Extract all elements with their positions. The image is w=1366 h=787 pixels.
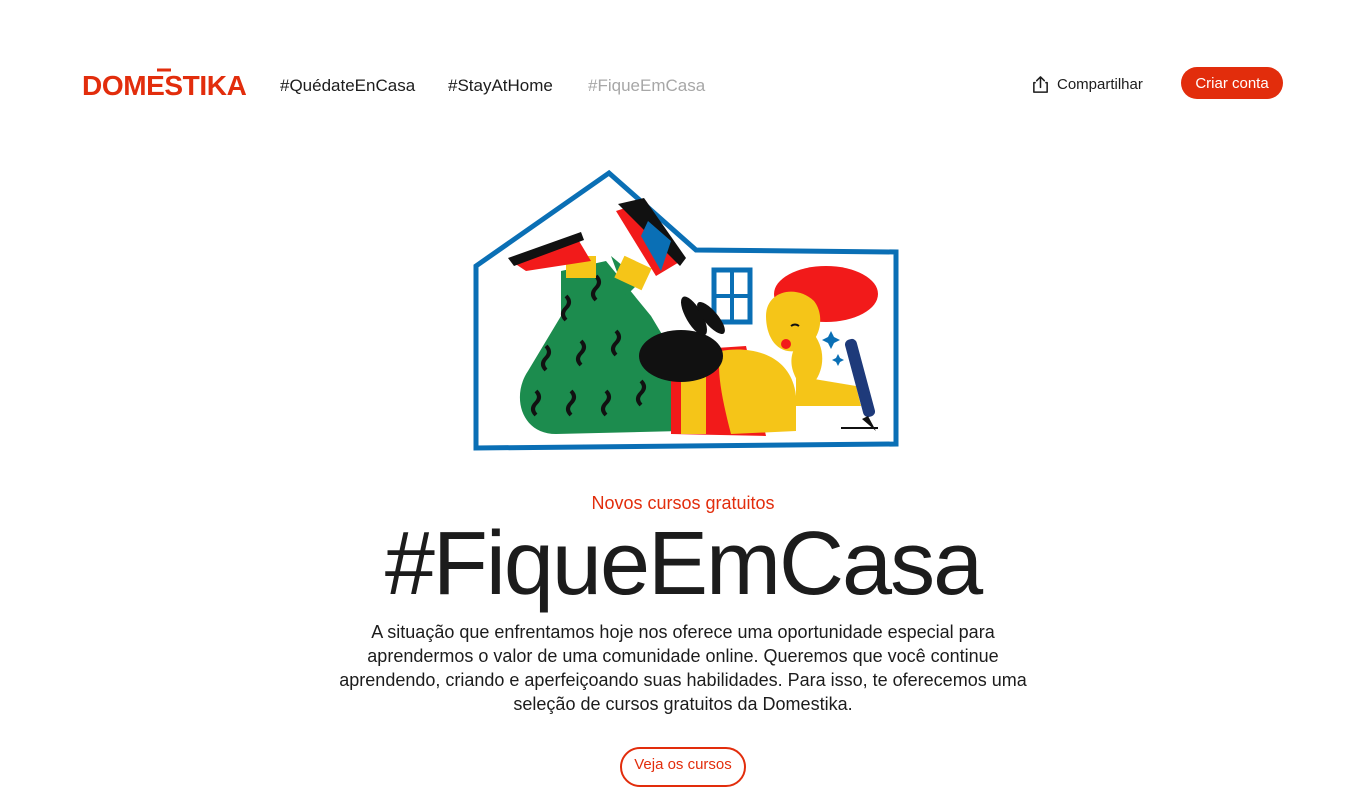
share-button[interactable]: Compartilhar xyxy=(1031,72,1143,96)
nav-link-fique-em-casa[interactable]: #FiqueEmCasa xyxy=(588,74,705,98)
svg-text:DOMESTIKA: DOMESTIKA xyxy=(82,70,247,101)
window xyxy=(711,267,753,325)
domestika-logo[interactable]: DOMESTIKA xyxy=(82,66,250,104)
hero-title: #FiqueEmCasa xyxy=(384,514,983,614)
nav-link-quedate-en-casa[interactable]: #QuédateEnCasa xyxy=(280,74,415,98)
create-account-button[interactable]: Criar conta xyxy=(1181,67,1283,99)
domestika-wordmark: DOMESTIKA xyxy=(82,68,247,101)
share-label: Compartilhar xyxy=(1057,75,1143,93)
home-illustration xyxy=(473,169,899,451)
hero-description: A situação que enfrentamos hoje nos ofer… xyxy=(339,622,1027,714)
nav-link-stay-at-home[interactable]: #StayAtHome xyxy=(448,74,553,98)
share-icon xyxy=(1033,75,1048,93)
see-courses-button[interactable]: Veja os cursos xyxy=(620,747,746,787)
